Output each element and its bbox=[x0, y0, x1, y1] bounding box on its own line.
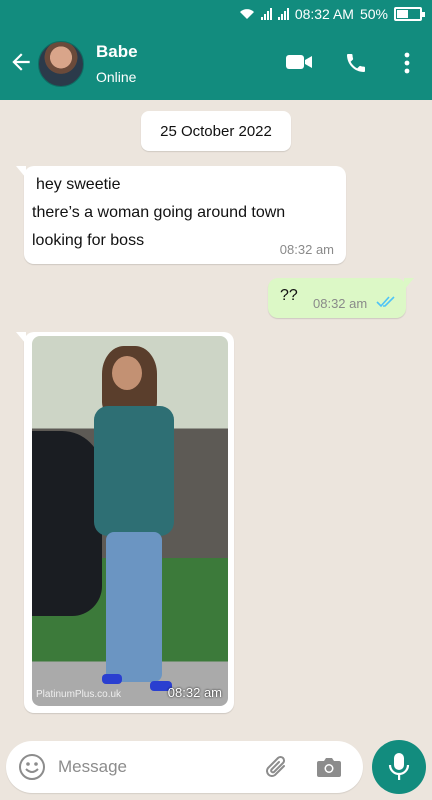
signal-icon bbox=[260, 7, 272, 20]
photo-torso bbox=[94, 406, 174, 536]
read-ticks-icon bbox=[376, 296, 395, 308]
arrow-left-icon[interactable] bbox=[8, 49, 34, 75]
battery-percent: 50% bbox=[359, 5, 388, 22]
signal-icon-2 bbox=[277, 7, 289, 20]
avatar[interactable] bbox=[38, 41, 84, 87]
message-input[interactable] bbox=[58, 751, 258, 783]
wifi-icon bbox=[239, 8, 254, 19]
photo-legs bbox=[106, 532, 162, 682]
date-separator: 25 October 2022 bbox=[141, 111, 291, 151]
message-composer bbox=[6, 741, 363, 793]
message-line: looking for boss bbox=[32, 232, 145, 249]
chat-photo[interactable]: PlatinumPlus.co.uk 08:32 am bbox=[32, 336, 228, 706]
bubble-tail bbox=[404, 278, 414, 290]
message-time: 08:32 am bbox=[279, 242, 334, 257]
contact-name[interactable]: Babe bbox=[96, 42, 138, 62]
incoming-message[interactable]: hey sweetie there’s a woman going around… bbox=[16, 166, 346, 264]
contact-status: Online bbox=[96, 69, 137, 85]
camera-icon[interactable] bbox=[316, 756, 342, 778]
message-line: there’s a woman going around town bbox=[32, 204, 286, 221]
more-vert-icon[interactable] bbox=[397, 51, 417, 75]
photo-car bbox=[32, 431, 102, 616]
photo-shoe bbox=[102, 674, 122, 684]
mic-button[interactable] bbox=[372, 740, 426, 794]
message-time: 08:32 am bbox=[313, 296, 368, 311]
photo-head bbox=[112, 356, 142, 390]
message-text: ?? bbox=[280, 287, 298, 304]
video-call-icon[interactable] bbox=[285, 51, 313, 73]
mic-icon bbox=[388, 753, 410, 780]
message-time: 08:32 am bbox=[167, 685, 222, 700]
photo-watermark: PlatinumPlus.co.uk bbox=[36, 689, 122, 700]
status-time: 08:32 AM bbox=[294, 5, 354, 22]
incoming-image-message[interactable]: PlatinumPlus.co.uk 08:32 am bbox=[16, 332, 234, 713]
message-line: hey sweetie bbox=[36, 176, 121, 193]
outgoing-message[interactable]: ?? 08:32 am bbox=[268, 278, 414, 318]
emoji-icon[interactable] bbox=[18, 753, 46, 781]
phone-icon[interactable] bbox=[344, 51, 368, 75]
chat-header: Babe Online bbox=[0, 27, 432, 100]
status-bar: 08:32 AM 50% bbox=[0, 0, 432, 27]
bubble-tail bbox=[16, 166, 26, 178]
paperclip-icon[interactable] bbox=[264, 754, 290, 780]
bubble-tail bbox=[16, 332, 26, 344]
battery-icon bbox=[394, 6, 425, 21]
